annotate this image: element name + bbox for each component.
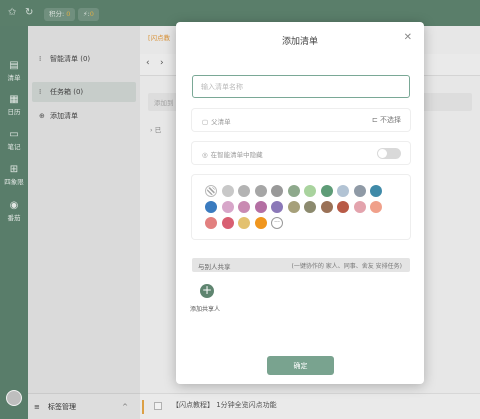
- add-list-dialog: 添加清单 ✕ ▢父清单 ⊏ 不选择 ◎在智能清单中隐藏 ··· 与别人共享 (一…: [176, 22, 424, 384]
- color-swatch[interactable]: [370, 185, 382, 197]
- color-swatch[interactable]: [304, 201, 316, 213]
- color-swatch[interactable]: [254, 201, 267, 213]
- parent-folder-row[interactable]: ▢ 父清单 ⊏ 不选择: [192, 109, 410, 131]
- color-swatch[interactable]: [238, 185, 250, 197]
- share-section-header: 与别人共享 (一键协作的 家人、同事、舍友 安排任务): [192, 258, 410, 272]
- no-color-swatch[interactable]: [205, 185, 217, 197]
- color-swatch[interactable]: [353, 201, 366, 213]
- color-swatch[interactable]: [337, 201, 349, 213]
- color-swatch[interactable]: [271, 185, 283, 197]
- color-swatch[interactable]: [238, 217, 250, 229]
- color-swatch[interactable]: [353, 185, 366, 197]
- more-colors-icon[interactable]: ···: [271, 217, 283, 229]
- open-folder-icon: ⊏: [371, 116, 378, 124]
- hide-toggle[interactable]: [377, 148, 401, 159]
- color-palette: ···: [192, 175, 410, 239]
- parent-folder-label: 父清单: [211, 118, 231, 126]
- close-icon[interactable]: ✕: [404, 32, 412, 43]
- color-swatch[interactable]: [205, 201, 217, 213]
- color-swatch[interactable]: [287, 185, 300, 197]
- confirm-button[interactable]: 确定: [267, 356, 334, 375]
- share-hint: (一键协作的 家人、同事、舍友 安排任务): [291, 263, 403, 270]
- color-swatch[interactable]: [221, 217, 234, 229]
- hide-in-smart-list-row: ◎ 在智能清单中隐藏: [192, 142, 410, 164]
- eye-icon: ◎: [202, 151, 208, 159]
- folder-icon: ▢: [202, 118, 209, 126]
- share-title: 与别人共享: [198, 263, 231, 271]
- color-swatch[interactable]: [320, 201, 333, 213]
- add-sharer-button[interactable]: +: [200, 284, 214, 298]
- color-swatch[interactable]: [337, 185, 349, 197]
- color-swatch[interactable]: [254, 185, 267, 197]
- hide-label: 在智能清单中隐藏: [210, 151, 263, 159]
- color-swatch[interactable]: [221, 185, 234, 197]
- color-swatch[interactable]: [370, 201, 382, 213]
- dialog-title: 添加清单: [281, 37, 318, 47]
- color-swatch[interactable]: [221, 201, 234, 213]
- list-name-input[interactable]: [192, 75, 410, 98]
- parent-folder-value: 不选择: [380, 116, 401, 124]
- color-swatch[interactable]: [271, 201, 283, 213]
- color-swatch[interactable]: [238, 201, 250, 213]
- add-sharer-label: 添加共享人: [190, 306, 221, 313]
- color-swatch[interactable]: [320, 185, 333, 197]
- color-swatch[interactable]: [254, 217, 267, 229]
- color-swatch[interactable]: [287, 201, 300, 213]
- color-swatch[interactable]: [205, 217, 217, 229]
- color-swatch[interactable]: [304, 185, 316, 197]
